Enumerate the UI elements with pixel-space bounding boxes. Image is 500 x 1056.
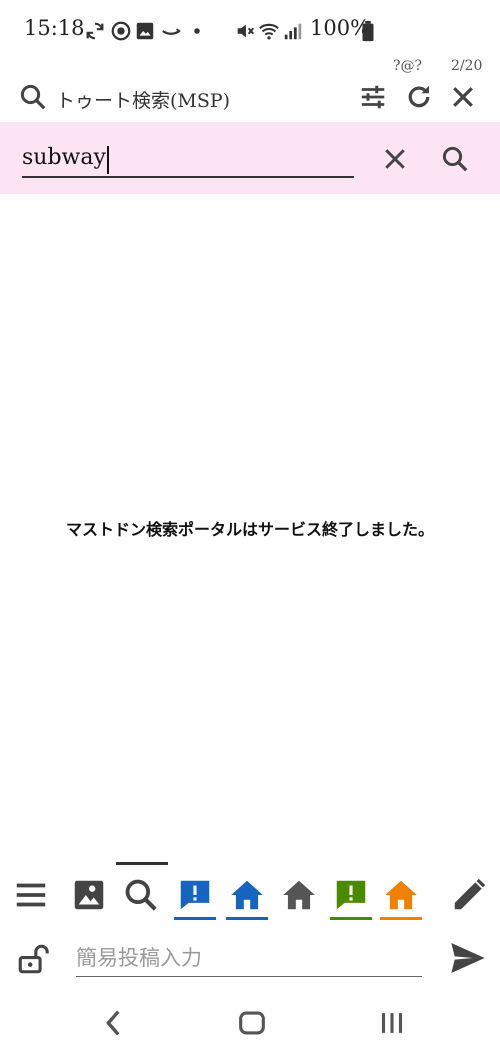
home-button-icon[interactable] [232, 1006, 272, 1040]
quick-post-bar [0, 930, 500, 992]
home-icon[interactable] [280, 876, 318, 914]
battery-icon [362, 20, 374, 42]
tab-underline [330, 917, 372, 920]
column-title: トゥート検索(MSP) [56, 90, 231, 112]
tab-underline [174, 917, 216, 920]
unlock-icon[interactable] [16, 942, 50, 976]
status-time: 15:18 [24, 16, 85, 40]
close-column-icon[interactable] [448, 82, 478, 112]
sync-icon [86, 22, 104, 40]
app-notification-icon [111, 21, 131, 41]
back-icon[interactable] [94, 1006, 134, 1040]
image-icon[interactable] [70, 876, 108, 914]
service-ended-message: マストドン検索ポータルはサービス終了しました。 [65, 520, 434, 539]
gallery-icon [136, 22, 154, 40]
search-icon [20, 84, 46, 110]
notification-icon[interactable] [332, 876, 370, 914]
text-cursor [107, 146, 109, 174]
send-icon[interactable] [446, 938, 490, 978]
home-icon[interactable] [382, 876, 420, 914]
notification-icon[interactable] [176, 876, 214, 914]
navigation-bar [0, 996, 500, 1056]
search-submit-icon[interactable] [440, 144, 470, 174]
column-position: 2/20 [451, 58, 483, 74]
home-icon[interactable] [228, 876, 266, 914]
column-tab-bar [0, 860, 500, 926]
tab-underline [226, 917, 268, 920]
search-input[interactable] [22, 138, 354, 178]
search-bar [0, 122, 500, 194]
tab-underline [380, 917, 422, 920]
column-settings-icon[interactable] [358, 82, 388, 112]
clear-icon[interactable] [380, 144, 410, 174]
refresh-icon[interactable] [404, 82, 434, 112]
quick-post-input[interactable] [76, 940, 422, 977]
dot-icon [194, 28, 200, 34]
tab-selected-indicator [116, 862, 168, 865]
search-icon[interactable] [122, 876, 160, 914]
column-account: ?@? [393, 58, 423, 74]
pencil-icon[interactable] [450, 876, 488, 914]
wifi-icon [259, 23, 279, 40]
menu-icon[interactable] [12, 876, 50, 914]
recent-apps-icon[interactable] [372, 1006, 412, 1040]
status-bar: 15:18 100% [0, 0, 500, 62]
signal-icon [284, 23, 302, 40]
mute-icon [237, 24, 255, 38]
amazon-icon [162, 28, 181, 35]
